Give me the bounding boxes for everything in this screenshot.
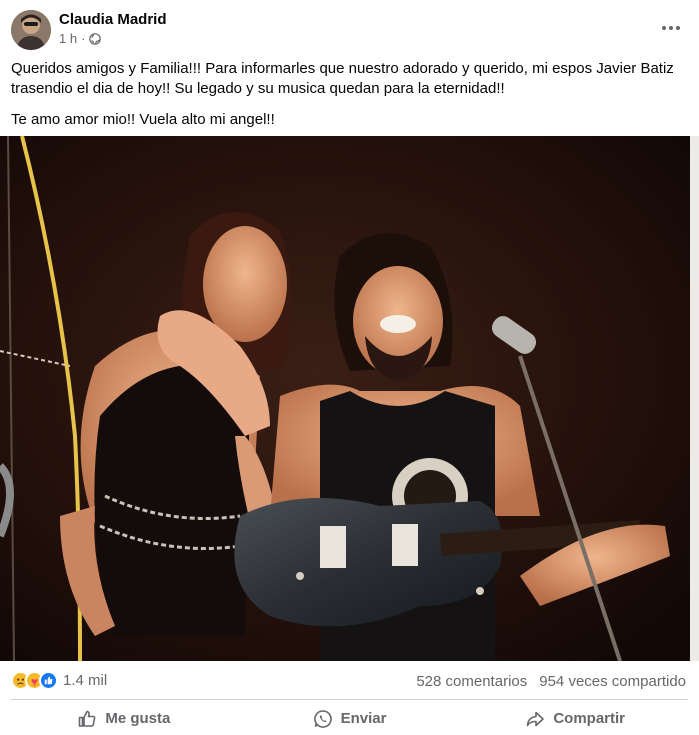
globe-icon[interactable] (89, 32, 102, 45)
post-header: Claudia Madrid 1 h · (0, 0, 699, 56)
engagement-counts: 528 comentarios 954 veces compartido (416, 673, 686, 690)
shares-count[interactable]: 954 veces compartido (539, 673, 686, 690)
post-paragraph: Queridos amigos y Familia!!! Para inform… (11, 60, 674, 97)
more-options-icon[interactable] (657, 14, 685, 42)
post-actions: Me gusta Enviar Compartir (11, 702, 688, 735)
post-stats: 1.4 mil 528 comentarios 954 veces compar… (0, 661, 699, 699)
send-button[interactable]: Enviar (237, 702, 463, 735)
actions-divider (11, 699, 688, 700)
post-time[interactable]: 1 h (59, 31, 77, 46)
like-button[interactable]: Me gusta (11, 702, 237, 735)
comments-count[interactable]: 528 comentarios (416, 673, 527, 690)
like-label: Me gusta (105, 710, 171, 727)
post-meta: 1 h · (59, 31, 102, 46)
like-reaction-icon (39, 671, 58, 690)
send-label: Enviar (340, 710, 387, 727)
post-text: Queridos amigos y Familia!!! Para inform… (11, 59, 691, 141)
whatsapp-icon (313, 709, 332, 728)
share-label: Compartir (553, 710, 626, 727)
post-photo[interactable] (0, 136, 699, 661)
author-name[interactable]: Claudia Madrid (59, 11, 167, 28)
author-avatar[interactable] (11, 10, 51, 50)
post-paragraph: Te amo amor mio!! Vuela alto mi angel!! (11, 111, 275, 128)
reaction-count: 1.4 mil (63, 672, 108, 689)
facebook-post: Claudia Madrid 1 h · Queridos amigos y F (0, 0, 699, 735)
share-arrow-icon (527, 711, 545, 726)
share-button[interactable]: Compartir (462, 702, 688, 735)
thumbs-up-icon (79, 710, 96, 727)
reactions-summary[interactable]: 1.4 mil (11, 671, 107, 690)
meta-separator: · (81, 31, 86, 46)
